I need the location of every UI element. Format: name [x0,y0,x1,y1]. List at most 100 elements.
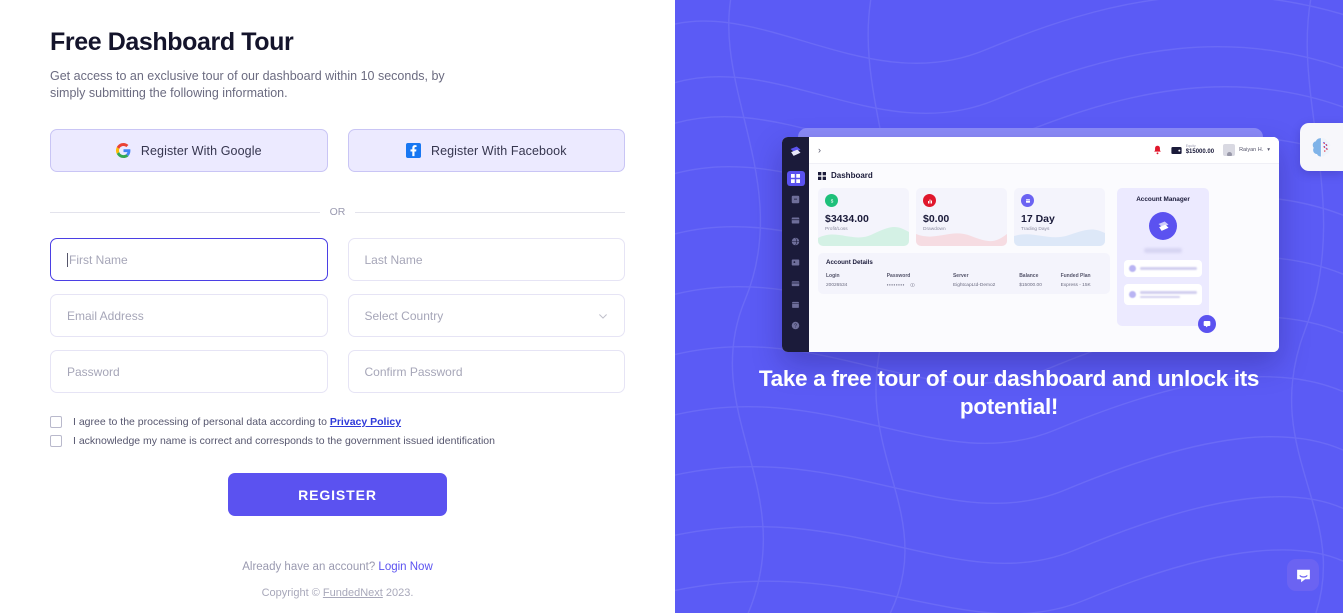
dashboard-content: › Equity $15000.00 Raiyan H. ▾ Dashboard… [809,137,1279,352]
password-placeholder: Password [67,364,120,379]
avatar-head [1226,152,1232,156]
table-row: 20026534 •••••••• EightcapLtd-Demo2 $150… [826,283,1102,288]
identity-consent-label: I acknowledge my name is correct and cor… [73,435,495,447]
confirm-password-placeholder: Confirm Password [364,364,463,379]
facebook-icon [405,143,421,158]
privacy-checkbox[interactable] [50,416,62,428]
dashboard-page-heading: Dashboard [818,171,1270,180]
google-icon [115,143,131,158]
contact-line [1140,267,1197,270]
chat-icon [1296,569,1310,582]
sidebar-item-calendar[interactable] [787,297,805,312]
account-details-panel: Account Details Login Password Server Ba… [818,253,1110,295]
privacy-consent-row: I agree to the processing of personal da… [50,416,625,428]
dashboard-window: ? › Equity $15000.00 Raiyan H. ▾ Dashboa… [782,137,1279,352]
sidebar-item-certificate[interactable] [787,192,805,207]
fundednext-link[interactable]: FundedNext [323,587,383,599]
country-select[interactable]: Select Country [347,294,625,337]
topbar-right-group: Equity $15000.00 Raiyan H. ▾ [1153,144,1270,156]
dashboard-title: Dashboard [831,171,873,180]
equity-value: $15000.00 [1185,149,1215,155]
email-line-2 [1140,295,1180,299]
first-name-input[interactable]: First Name [50,238,328,281]
identity-checkbox[interactable] [50,435,62,447]
sidebar-item-payout[interactable] [787,234,805,249]
cell-funded-plan: Express - 15K [1060,283,1091,289]
eye-icon[interactable] [910,283,916,287]
sidebar-item-profile[interactable] [787,255,805,270]
account-manager-contact-row[interactable] [1124,260,1202,277]
dashboard-chat-button[interactable] [1198,315,1216,333]
email-icon [1129,291,1136,298]
chat-launcher-button[interactable] [1287,559,1319,591]
page-title: Free Dashboard Tour [50,28,294,56]
email-input[interactable]: Email Address [50,294,328,337]
sidebar-item-billing[interactable] [787,276,805,291]
dashboard-grid-icon [818,171,826,180]
register-with-google-button[interactable]: Register With Google [50,129,328,172]
dashboard-columns: $ $3434.00 Profit/Loss $0.00 Drawdown 17… [818,188,1270,333]
login-now-link[interactable]: Login Now [378,561,432,573]
user-menu-caret: ▾ [1267,147,1270,153]
login-prompt-text: Already have an account? [242,561,376,573]
stat-cards-row: $ $3434.00 Profit/Loss $0.00 Drawdown 17… [818,188,1110,246]
account-manager-email-row[interactable] [1124,284,1202,305]
email-line-1 [1140,290,1197,294]
brain-icon [1312,137,1331,156]
account-manager-name-placeholder [1144,248,1182,253]
contact-icon [1129,265,1136,272]
email-placeholder: Email Address [67,308,144,323]
sidebar-expand-icon[interactable]: › [818,145,821,155]
contact-placeholder-lines [1140,267,1197,270]
account-details-table: Login Password Server Balance Funded Pla… [826,273,1102,288]
sidebar-item-dashboard[interactable] [786,171,805,186]
drawdown-wave-graphic [916,233,1007,246]
account-manager-card: Account Manager [1117,188,1216,333]
table-header-row: Login Password Server Balance Funded Pla… [826,273,1102,283]
column-password: Password [886,273,911,279]
sidebar-item-help[interactable]: ? [787,318,805,333]
account-details-title: Account Details [826,259,873,266]
certificate-icon [791,195,800,204]
register-button[interactable]: REGISTER [228,473,447,516]
password-input[interactable]: Password [50,350,328,393]
brain-widget-tab[interactable] [1300,123,1343,171]
sidebar-item-statistics[interactable] [787,213,805,228]
avatar [1223,144,1236,156]
identity-consent-row: I acknowledge my name is correct and cor… [50,435,625,447]
cell-balance: $15000.00 [1019,283,1042,289]
registration-fields: First Name Last Name Email Address Selec… [50,238,625,393]
country-placeholder: Select Country [364,308,444,323]
user-name: Raiyan H. [1239,147,1264,153]
dashboard-left-column: $ $3434.00 Profit/Loss $0.00 Drawdown 17… [818,188,1110,326]
cell-login: 20026534 [826,283,848,289]
calendar-icon [792,301,799,308]
credit-card-icon [791,281,800,287]
text-caret [67,252,68,267]
fundednext-logo-icon [790,146,801,156]
user-menu[interactable]: Raiyan H. ▾ [1223,144,1270,156]
cell-password: •••••••• [887,283,953,288]
register-with-facebook-button[interactable]: Register With Facebook [347,129,625,172]
help-circle-icon: ? [791,321,800,329]
equity-text-group: Equity $15000.00 [1186,144,1214,156]
social-login-row: Register With Google Register With Faceb… [50,129,625,172]
table-icon [791,217,800,224]
dashboard-body: Dashboard $ $3434.00 Profit/Loss $0.00 D… [809,164,1279,333]
facebook-button-label: Register With Facebook [430,143,567,158]
cell-server: EightcapLtd-Demo2 [952,283,996,289]
globe-icon [791,237,800,246]
privacy-policy-link[interactable]: Privacy Policy [330,416,401,428]
google-button-label: Register With Google [140,143,262,158]
column-server: Server [952,273,969,279]
registration-page: Free Dashboard Tour Get access to an exc… [0,0,1343,613]
dashboard-topbar: › Equity $15000.00 Raiyan H. ▾ [809,137,1279,164]
privacy-consent-label: I agree to the processing of personal da… [73,416,401,428]
dashboard-sidebar: ? [782,137,809,352]
column-login: Login [826,273,840,279]
last-name-input[interactable]: Last Name [347,238,625,281]
confirm-password-input[interactable]: Confirm Password [347,350,625,393]
last-name-placeholder: Last Name [364,252,423,267]
equity-widget[interactable]: Equity $15000.00 [1171,144,1214,156]
notification-bell-icon[interactable] [1153,145,1162,155]
